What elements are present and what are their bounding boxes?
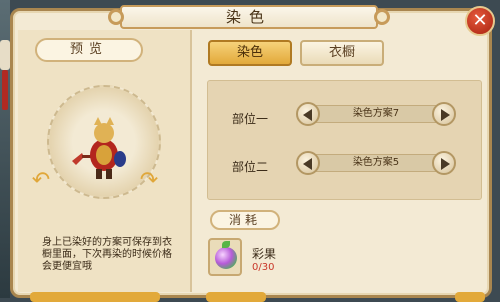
dialog-title: 染色 [108,5,390,29]
rainbow-fruit-icon [215,247,237,269]
cost-title: 消耗 [210,210,280,230]
item-count: 0/30 [252,262,275,273]
part-one-next-button[interactable] [432,102,456,126]
arrow-left-icon [303,158,312,170]
rotate-left-icon[interactable]: ↶ [30,170,52,192]
preview-note: 身上已染好的方案可保存到衣橱里面，下次再染的时候价格会更便宜哦 [42,237,172,272]
bottom-button-middle[interactable] [206,292,266,302]
part-two-value: 染色方案5 [308,154,444,172]
part-one-value: 染色方案7 [308,105,444,123]
weapon-icon [72,153,84,165]
bottom-button-right[interactable] [455,292,485,302]
part-two-selector: 染色方案5 [296,151,456,175]
arrow-left-icon [303,109,312,121]
character-preview[interactable] [72,115,132,180]
close-button[interactable]: ✕ [465,6,495,36]
bottom-button-left[interactable] [30,292,160,302]
part-two-prev-button[interactable] [296,151,320,175]
part-two-label: 部位二 [232,160,269,174]
dye-parts-panel [207,80,482,200]
decor-tassel [2,70,8,110]
arrow-right-icon [441,109,450,121]
item-slot[interactable] [208,238,242,276]
arrow-right-icon [441,158,450,170]
rotate-right-icon[interactable]: ↷ [138,170,160,192]
item-name: 彩果 [252,247,277,261]
background-edge [0,0,10,298]
part-two-next-button[interactable] [432,151,456,175]
tab-dye[interactable]: 染色 [208,40,292,66]
decor-knot [0,40,10,70]
part-one-label: 部位一 [232,112,269,126]
leaf-icon [222,241,230,248]
tab-wardrobe[interactable]: 衣橱 [300,40,384,66]
preview-title: 预览 [35,38,143,62]
part-one-prev-button[interactable] [296,102,320,126]
part-one-selector: 染色方案7 [296,102,456,126]
